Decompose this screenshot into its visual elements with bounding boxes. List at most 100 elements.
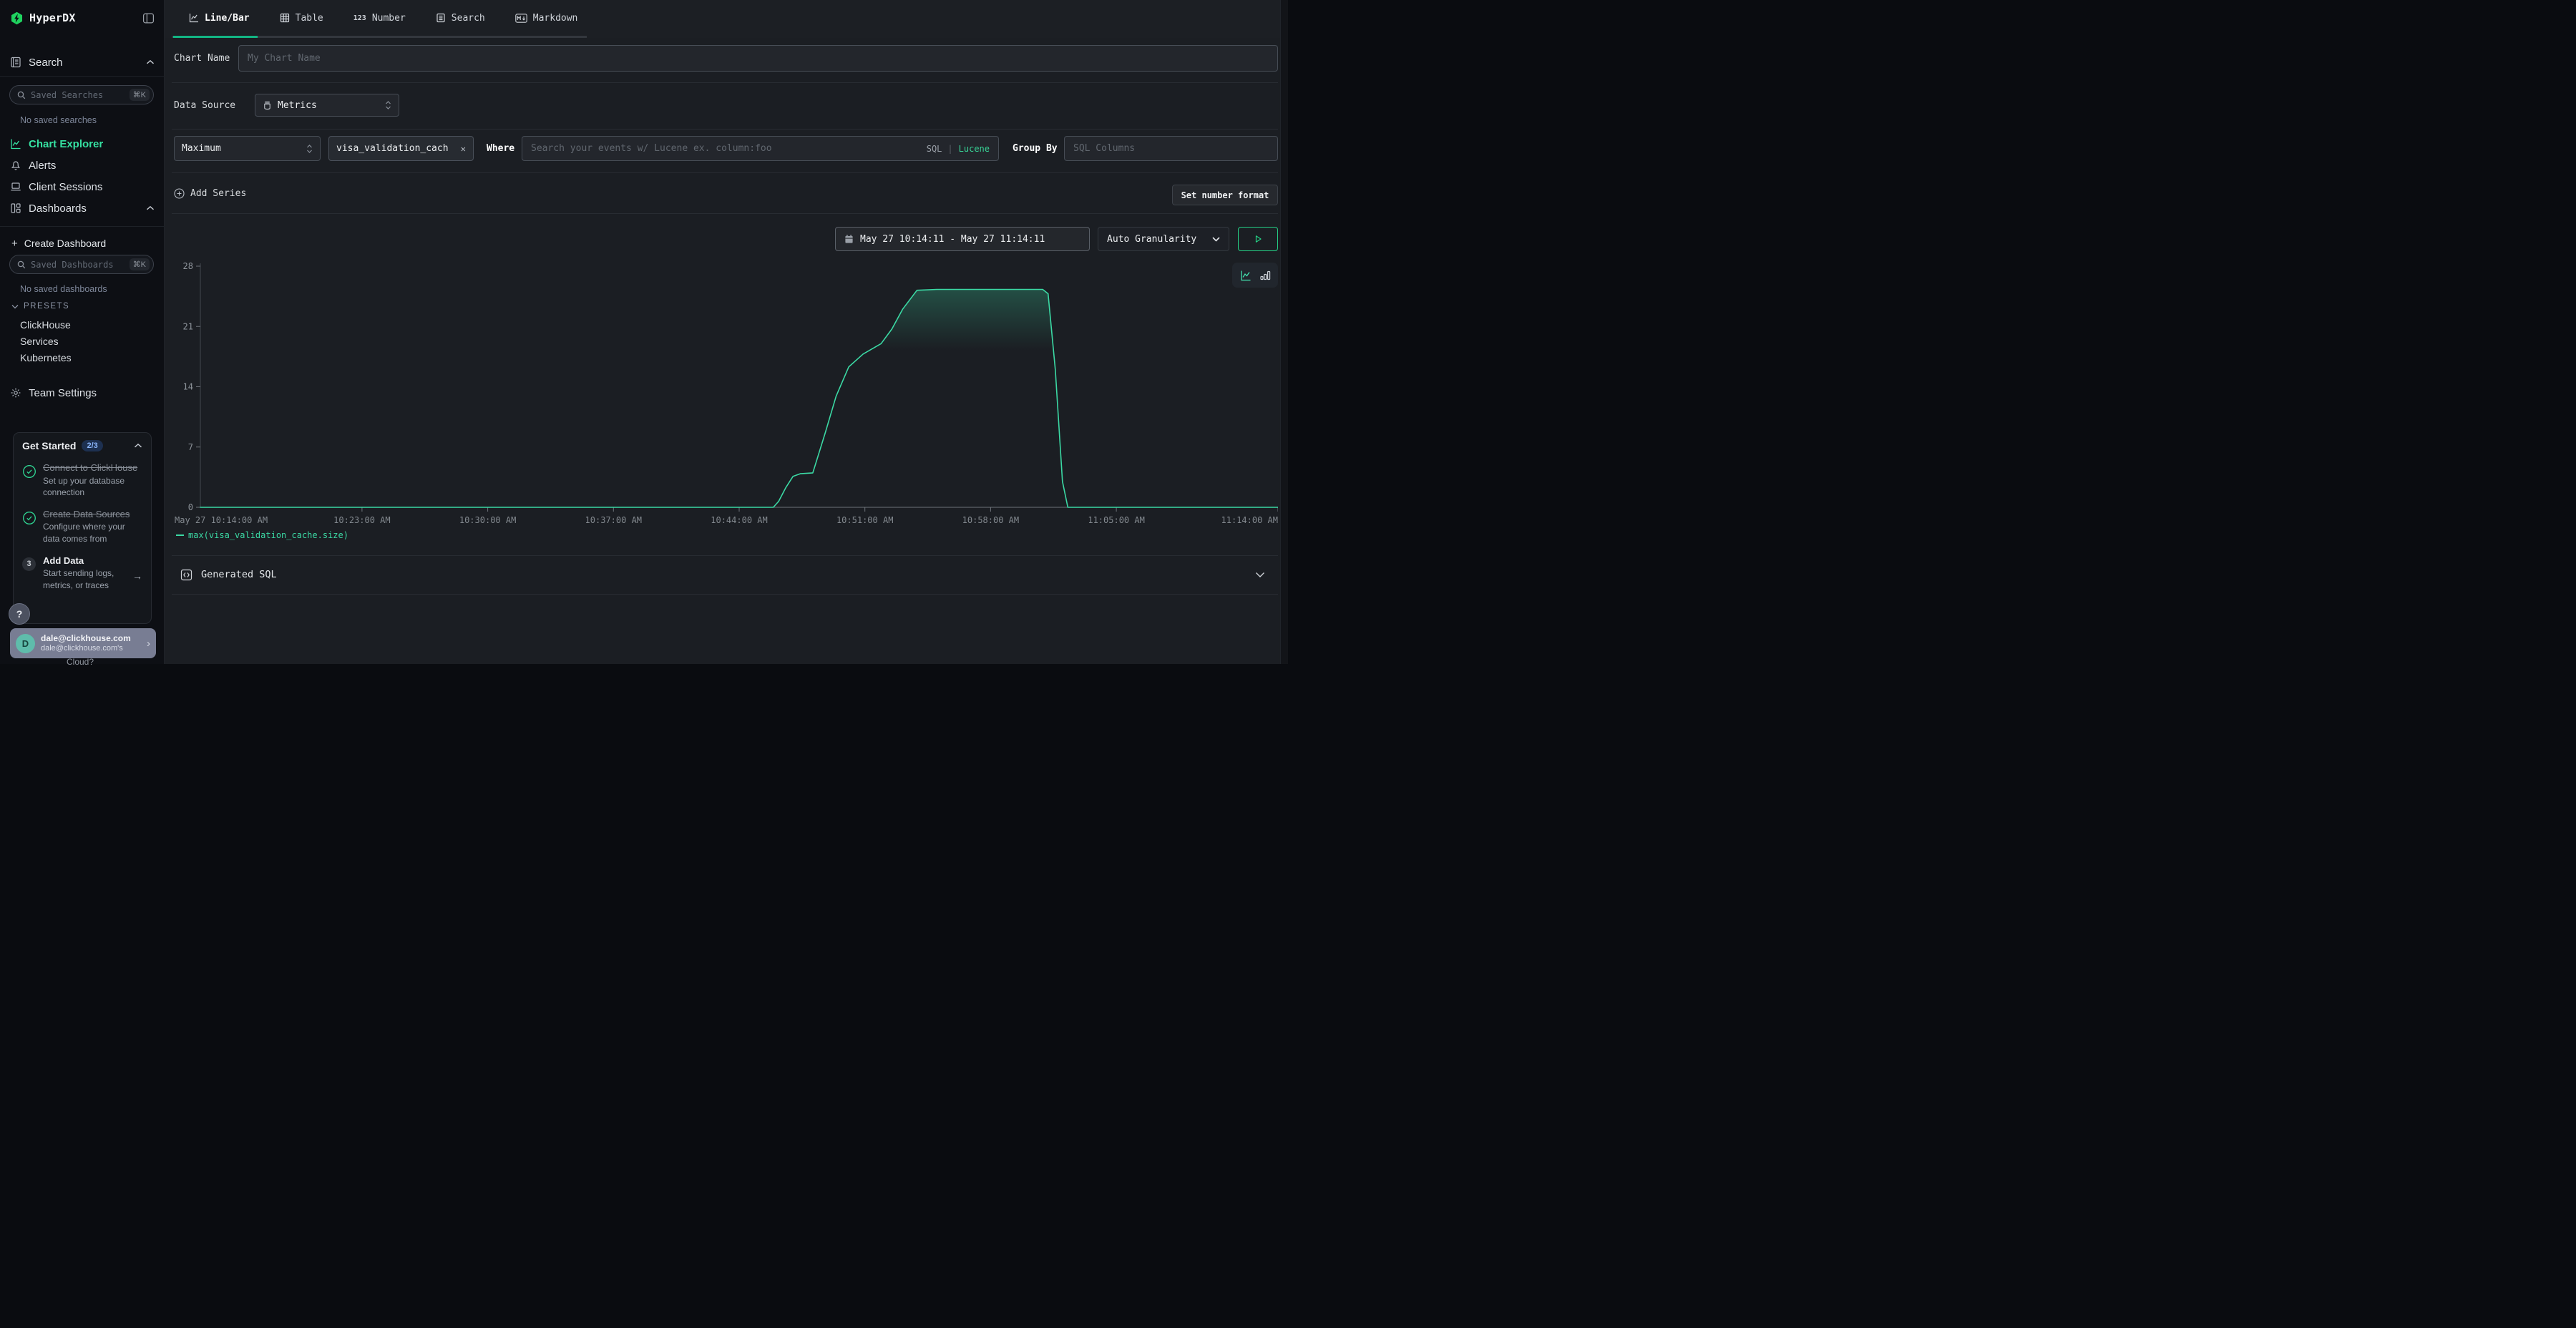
chevron-down-icon — [1212, 237, 1220, 242]
play-icon — [1254, 235, 1262, 243]
step-title: Add Data — [43, 555, 142, 567]
granularity-select[interactable]: Auto Granularity — [1098, 227, 1229, 251]
tab-list: Line/Bar Table 123Number Search Markdown — [189, 0, 577, 36]
x-tick-label: 10:44:00 AM — [711, 515, 767, 525]
get-started-step-connect-to-clickhouse[interactable]: Connect to ClickHouseSet up your databas… — [22, 462, 142, 498]
table-icon — [280, 13, 290, 23]
get-started-steps: Connect to ClickHouseSet up your databas… — [22, 462, 142, 591]
series-area — [200, 290, 1278, 508]
line-chart[interactable]: 07142128May 27 10:14:00 AM10:23:00 AM10:… — [174, 254, 1278, 529]
data-source-select[interactable]: Metrics — [255, 94, 399, 117]
chart-display-toggle — [1232, 263, 1278, 288]
chevron-right-icon: › — [147, 638, 150, 650]
sidebar-item-client-sessions[interactable]: Client Sessions — [0, 176, 165, 197]
x-tick-label: 10:23:00 AM — [333, 515, 390, 525]
chart-name-input[interactable]: My Chart Name — [238, 45, 1278, 72]
x-tick-label: 10:37:00 AM — [585, 515, 642, 525]
preset-clickhouse[interactable]: ClickHouse — [20, 319, 71, 331]
close-icon[interactable]: ✕ — [461, 144, 466, 154]
group-by-placeholder: SQL Columns — [1073, 143, 1135, 154]
progress-badge: 2/3 — [82, 440, 102, 451]
get-started-step-add-data[interactable]: 3Add DataStart sending logs, metrics, or… — [22, 555, 142, 591]
group-by-input[interactable]: SQL Columns — [1064, 136, 1278, 161]
chart-legend[interactable]: max(visa_validation_cache.size) — [176, 530, 348, 540]
preset-kubernetes[interactable]: Kubernetes — [20, 352, 72, 363]
create-dashboard-button[interactable]: + Create Dashboard — [0, 234, 165, 253]
clipped-bottom-text: Cloud? — [67, 657, 94, 667]
sidebar-item-chart-explorer[interactable]: Chart Explorer — [0, 133, 165, 155]
get-started-step-create-data-sources[interactable]: Create Data SourcesConfigure where your … — [22, 508, 142, 545]
get-started-title: Get Started — [22, 440, 76, 451]
metric-tag[interactable]: visa_validation_cach ✕ — [328, 136, 474, 161]
generated-sql-toggle[interactable]: Generated SQL — [165, 555, 1288, 594]
row-divider — [172, 129, 1278, 130]
scrollbar-track[interactable] — [1280, 0, 1288, 664]
journal-icon — [10, 57, 21, 68]
data-source-value: Metrics — [278, 100, 317, 111]
main-content: Line/Bar Table 123Number Search Markdown Cha… — [165, 0, 1288, 664]
chevron-up-icon[interactable] — [146, 59, 155, 65]
tab-number[interactable]: 123Number — [353, 13, 406, 24]
set-number-format-button[interactable]: Set number format — [1172, 185, 1278, 205]
sql-toggle[interactable]: SQL — [927, 144, 942, 154]
saved-searches-placeholder: Saved Searches — [31, 90, 125, 100]
event-search-input[interactable]: Search your events w/ Lucene ex. column:… — [522, 136, 999, 161]
y-tick-label: 7 — [188, 442, 193, 452]
search-icon — [17, 91, 26, 99]
no-saved-searches-text: No saved searches — [20, 115, 97, 125]
sidebar-item-alerts[interactable]: Alerts — [0, 155, 165, 176]
data-source-label: Data Source — [174, 100, 235, 111]
gear-icon — [10, 387, 21, 399]
shortcut-badge: ⌘K — [130, 89, 150, 101]
markdown-icon — [515, 14, 527, 23]
logo-row: HyperDX — [0, 7, 165, 29]
chart-type-tabbar: Line/Bar Table 123Number Search Markdown — [165, 0, 1288, 38]
saved-searches-input[interactable]: Saved Searches ⌘K — [9, 85, 154, 104]
help-button[interactable]: ? — [9, 603, 30, 625]
presets-header[interactable]: PRESETS — [11, 302, 69, 311]
chart-line-icon — [10, 138, 21, 150]
chevron-down-icon — [1255, 572, 1265, 578]
calendar-icon — [844, 234, 854, 244]
row-divider — [172, 82, 1278, 83]
saved-dashboards-input[interactable]: Saved Dashboards ⌘K — [9, 255, 154, 274]
chart-name-label: Chart Name — [174, 53, 230, 64]
team-settings-label: Team Settings — [29, 387, 97, 399]
chart-name-placeholder: My Chart Name — [248, 53, 321, 64]
sidebar-item-label: Alerts — [29, 160, 56, 172]
bar-chart-toggle-icon[interactable] — [1260, 270, 1271, 280]
preset-services[interactable]: Services — [20, 336, 59, 347]
lucene-toggle[interactable]: Lucene — [959, 144, 990, 154]
sidebar-section-search[interactable]: Search — [0, 52, 165, 73]
user-menu[interactable]: D dale@clickhouse.com dale@clickhouse.co… — [10, 628, 156, 658]
step-subtitle: Start sending logs, metrics, or traces — [43, 567, 142, 590]
tab-label: Markdown — [533, 13, 578, 24]
x-tick-label: 10:58:00 AM — [962, 515, 1019, 525]
sidebar-section-label: Search — [29, 57, 63, 69]
select-updown-icon — [385, 100, 391, 110]
tab-search[interactable]: Search — [436, 13, 485, 24]
step-subtitle: Configure where your data comes from — [43, 521, 142, 544]
get-started-card: Get Started 2/3 Connect to ClickHouseSet… — [13, 432, 152, 624]
tab-markdown[interactable]: Markdown — [515, 13, 578, 24]
chevron-up-icon[interactable] — [134, 443, 142, 449]
check-circle-icon — [22, 462, 36, 498]
date-range-picker[interactable]: May 27 10:14:11 - May 27 11:14:11 — [835, 227, 1090, 251]
tab-line-bar[interactable]: Line/Bar — [189, 13, 250, 24]
sidebar-item-dashboards[interactable]: Dashboards — [0, 197, 165, 219]
line-chart-toggle-icon[interactable] — [1240, 270, 1252, 281]
aggregation-select[interactable]: Maximum — [174, 136, 321, 161]
chevron-up-icon[interactable] — [146, 205, 155, 211]
database-icon — [263, 100, 272, 110]
tab-table[interactable]: Table — [280, 13, 323, 24]
add-series-button[interactable]: Add Series — [174, 188, 246, 199]
tab-label: Search — [452, 13, 485, 24]
check-circle-icon — [22, 508, 36, 545]
saved-dashboards-placeholder: Saved Dashboards — [31, 260, 125, 270]
sidebar-collapse-icon[interactable] — [142, 12, 155, 24]
run-query-button[interactable] — [1238, 227, 1278, 251]
sidebar-divider — [0, 226, 165, 227]
number-123-icon: 123 — [353, 14, 366, 22]
row-divider — [172, 213, 1278, 214]
sidebar-item-team-settings[interactable]: Team Settings — [0, 382, 165, 404]
